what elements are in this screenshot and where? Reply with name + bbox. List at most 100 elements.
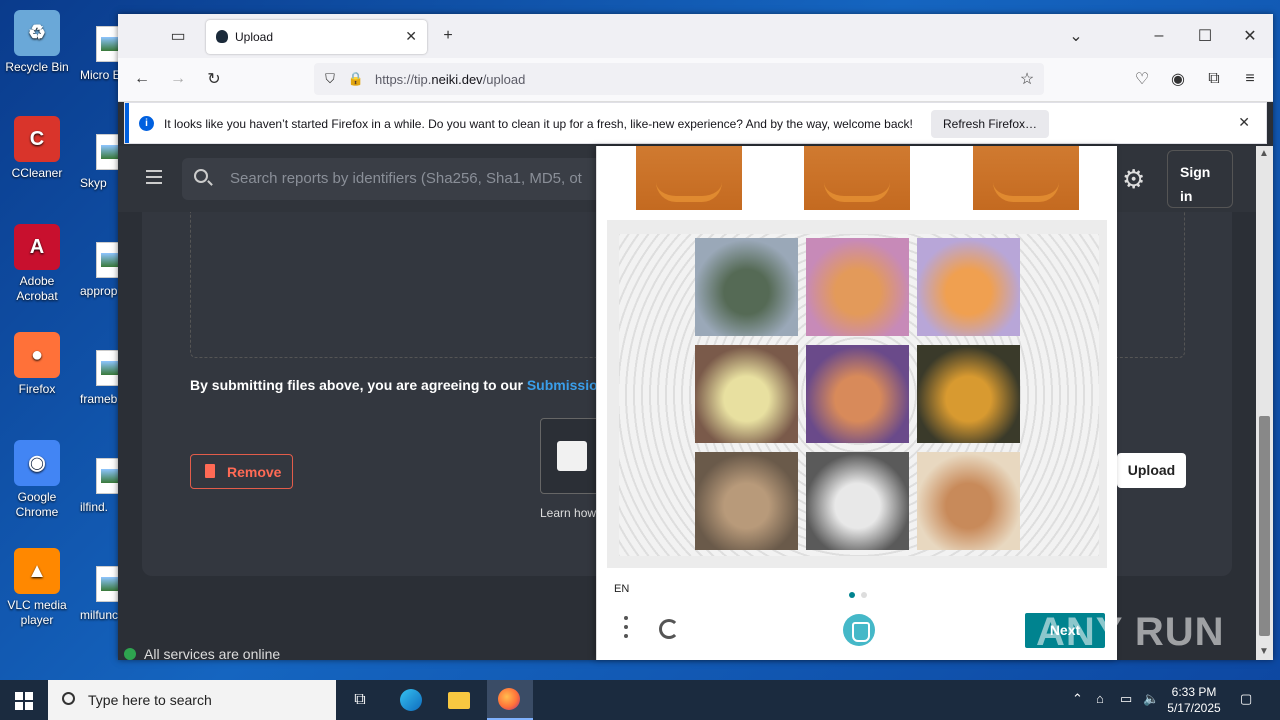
bird-image-3[interactable] xyxy=(917,345,1020,443)
sign-in-button[interactable]: Sign in xyxy=(1167,150,1233,208)
gear-icon[interactable]: ⚙ xyxy=(1122,166,1145,192)
desktop-icon[interactable]: A Adobe Acrobat xyxy=(0,224,74,304)
back-icon[interactable]: ← xyxy=(130,67,154,91)
clock[interactable]: 6:33 PM 5/17/2025 xyxy=(1164,684,1224,716)
app-menu-icon[interactable]: ≡ xyxy=(1238,67,1262,91)
hcaptcha-logo-icon[interactable] xyxy=(843,614,875,646)
notification-accent xyxy=(125,103,129,143)
site-favicon-icon xyxy=(216,30,228,43)
taskbar-search-text: Type here to search xyxy=(88,692,212,708)
new-tab-icon[interactable]: + xyxy=(436,24,460,48)
firefox-icon xyxy=(498,688,520,710)
scroll-down-icon[interactable]: ▼ xyxy=(1259,646,1269,657)
hcaptcha-challenge: EN Next xyxy=(596,146,1117,660)
desktop-icon[interactable]: C CCleaner xyxy=(0,116,74,181)
report-search-input[interactable]: Search reports by identifiers (Sha256, S… xyxy=(182,158,602,200)
remove-label: Remove xyxy=(227,464,282,480)
search-placeholder: Search reports by identifiers (Sha256, S… xyxy=(230,170,582,187)
example-image-2 xyxy=(804,146,910,210)
account-icon[interactable]: ◉ xyxy=(1166,67,1190,91)
page-dot-active xyxy=(849,592,855,598)
desktop-file-label: milfunc xyxy=(80,608,119,622)
page-scrollbar[interactable]: ▲ ▼ xyxy=(1256,146,1273,660)
scroll-thumb[interactable] xyxy=(1259,416,1270,636)
page-dot xyxy=(861,592,867,598)
desktop-icon-label: CCleaner xyxy=(11,166,63,180)
task-view-icon[interactable]: ⧉ xyxy=(346,686,374,714)
pocket-icon[interactable]: ♡ xyxy=(1130,67,1154,91)
display-icon[interactable]: ▭ xyxy=(1120,691,1132,707)
notification-bar: i It looks like you haven’t started Fire… xyxy=(124,102,1267,144)
desktop-file-label: approp xyxy=(80,284,118,298)
search-icon xyxy=(62,692,75,705)
nav-bar: ← → ↻ ⛉ 🔒 https://tip.neiki.dev/upload ☆… xyxy=(118,58,1273,102)
notification-message: It looks like you haven’t started Firefo… xyxy=(164,117,913,131)
minimize-icon[interactable]: – xyxy=(1147,24,1171,48)
close-notification-icon[interactable]: ✕ xyxy=(1238,114,1250,131)
bird-image-2[interactable] xyxy=(695,345,798,443)
tray-chevron-icon[interactable]: ⌃ xyxy=(1072,691,1083,707)
refresh-firefox-button[interactable]: Refresh Firefox… xyxy=(931,110,1050,138)
agreement-text: By submitting files above, you are agree… xyxy=(190,377,607,393)
edge-icon[interactable] xyxy=(397,686,425,714)
learn-how-text[interactable]: Learn how xyxy=(540,506,596,520)
bird-image-1[interactable] xyxy=(695,238,798,336)
forward-icon[interactable]: → xyxy=(166,67,190,91)
close-tab-icon[interactable]: ✕ xyxy=(405,28,417,45)
desktop-file-label: frameb xyxy=(80,392,118,406)
notifications-icon[interactable]: ▢ xyxy=(1240,691,1252,707)
upload-button[interactable]: Upload xyxy=(1117,453,1186,488)
firefox-taskbar-button[interactable] xyxy=(487,680,533,720)
taskbar-search[interactable]: Type here to search xyxy=(48,680,336,720)
volume-icon[interactable]: 🔈 xyxy=(1143,691,1159,707)
shield-icon[interactable]: ⛉ xyxy=(318,67,342,91)
desktop-icon[interactable]: ▲ VLC media player xyxy=(0,548,74,628)
cat-image-1[interactable] xyxy=(806,238,909,336)
submission-link[interactable]: Submission xyxy=(527,377,606,393)
cat-image-2[interactable] xyxy=(917,238,1020,336)
desktop-icon-label: Recycle Bin xyxy=(5,60,69,74)
extensions-icon[interactable]: ⧉ xyxy=(1202,67,1226,91)
search-icon xyxy=(194,169,208,183)
service-status: All services are online xyxy=(124,646,280,660)
desktop-icon[interactable]: ♻ Recycle Bin xyxy=(0,10,74,75)
language-selector[interactable]: EN xyxy=(614,583,629,595)
example-image-1 xyxy=(636,146,742,210)
desktop-icon-label: Adobe Acrobat xyxy=(16,274,58,303)
hamburger-menu-icon[interactable] xyxy=(146,170,162,184)
tab-manager-icon[interactable]: ▭ xyxy=(166,24,190,48)
info-icon: i xyxy=(139,116,154,131)
lock-icon[interactable]: 🔒 xyxy=(344,67,368,91)
option-button[interactable] xyxy=(540,418,600,494)
list-tabs-icon[interactable]: ⌄ xyxy=(1064,24,1088,48)
desktop-icon[interactable]: ● Firefox xyxy=(0,332,74,397)
tab-upload[interactable]: Upload ✕ xyxy=(206,20,427,54)
url-bar[interactable]: ⛉ 🔒 https://tip.neiki.dev/upload ☆ xyxy=(314,63,1044,95)
app-icon: C xyxy=(14,116,60,162)
bookmark-star-icon[interactable]: ☆ xyxy=(1015,67,1039,91)
app-icon: ● xyxy=(14,332,60,378)
cat-image-4[interactable] xyxy=(695,452,798,550)
tab-title: Upload xyxy=(235,30,274,44)
cat-image-5[interactable] xyxy=(806,452,909,550)
windows-start-icon[interactable] xyxy=(15,692,33,710)
network-icon[interactable]: ⌂ xyxy=(1096,691,1104,706)
app-icon: ◉ xyxy=(14,440,60,486)
file-explorer-icon[interactable] xyxy=(445,686,473,714)
app-icon: A xyxy=(14,224,60,270)
maximize-icon[interactable]: ☐ xyxy=(1193,24,1217,48)
reload-icon[interactable]: ↻ xyxy=(202,67,226,91)
desktop-icon-label: VLC media player xyxy=(7,598,67,627)
scroll-up-icon[interactable]: ▲ xyxy=(1259,148,1269,159)
refresh-challenge-icon[interactable] xyxy=(659,619,679,639)
remove-button[interactable]: Remove xyxy=(190,454,293,489)
status-ok-icon xyxy=(124,648,136,660)
desktop-file-label: ilfind. xyxy=(80,500,109,514)
close-window-icon[interactable]: ✕ xyxy=(1238,24,1262,48)
more-options-icon[interactable] xyxy=(624,616,628,643)
desktop-icon[interactable]: ◉ Google Chrome xyxy=(0,440,74,520)
desktop-icon-label: Firefox xyxy=(18,382,56,396)
cat-image-6[interactable] xyxy=(917,452,1020,550)
desktop-icon-label: Google Chrome xyxy=(15,490,59,519)
cat-image-3[interactable] xyxy=(806,345,909,443)
